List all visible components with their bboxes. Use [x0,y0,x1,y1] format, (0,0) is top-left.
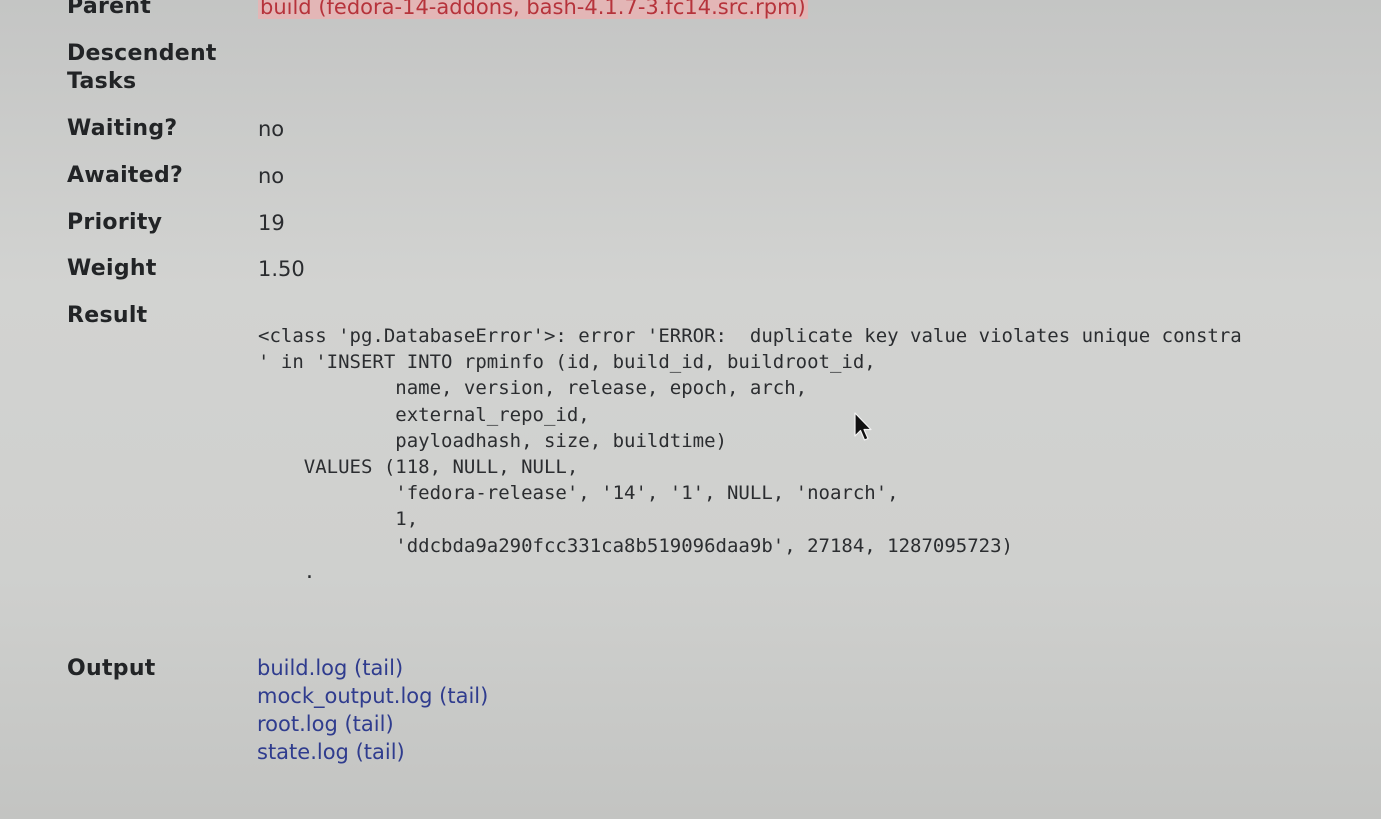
waiting-label: Waiting? [67,116,178,141]
output-item-root-log: root.log (tail) [257,710,488,738]
descendent-tasks-label-line2: Tasks [67,69,137,94]
mouse-pointer-icon [854,412,872,441]
weight-value: 1.50 [258,257,305,281]
parent-value: build (fedora-14-addons, bash-4.1.7-3.fc… [258,0,808,21]
awaited-value: no [258,164,285,188]
output-item-build-log: build.log (tail) [257,654,488,682]
root-log-link[interactable]: root.log [257,712,338,736]
parent-build-link[interactable]: build (fedora-14-addons, bash-4.1.7-3.fc… [258,0,808,19]
awaited-label: Awaited? [67,163,184,188]
result-label: Result [67,303,148,328]
state-log-link[interactable]: state.log [257,740,349,764]
priority-value: 19 [258,211,285,235]
result-error-text: <class 'pg.DatabaseError'>: error 'ERROR… [258,325,1242,583]
descendent-tasks-label: Descendent Tasks [67,40,217,96]
priority-label: Priority [67,210,163,235]
parent-label: Parent [67,0,152,19]
output-item-state-log: state.log (tail) [257,738,488,766]
output-item-mock-output-log: mock_output.log (tail) [257,682,488,710]
descendent-tasks-label-line1: Descendent [67,41,217,66]
mock-output-log-tail-link[interactable]: (tail) [439,684,488,708]
waiting-value: no [258,117,285,141]
root-log-tail-link[interactable]: (tail) [344,712,393,736]
mock-output-log-link[interactable]: mock_output.log [257,684,432,708]
weight-label: Weight [67,256,157,281]
build-log-link[interactable]: build.log [257,656,347,680]
state-log-tail-link[interactable]: (tail) [356,740,405,764]
build-log-tail-link[interactable]: (tail) [354,656,403,680]
output-log-list: build.log (tail) mock_output.log (tail) … [257,654,488,766]
output-label: Output [67,656,156,681]
